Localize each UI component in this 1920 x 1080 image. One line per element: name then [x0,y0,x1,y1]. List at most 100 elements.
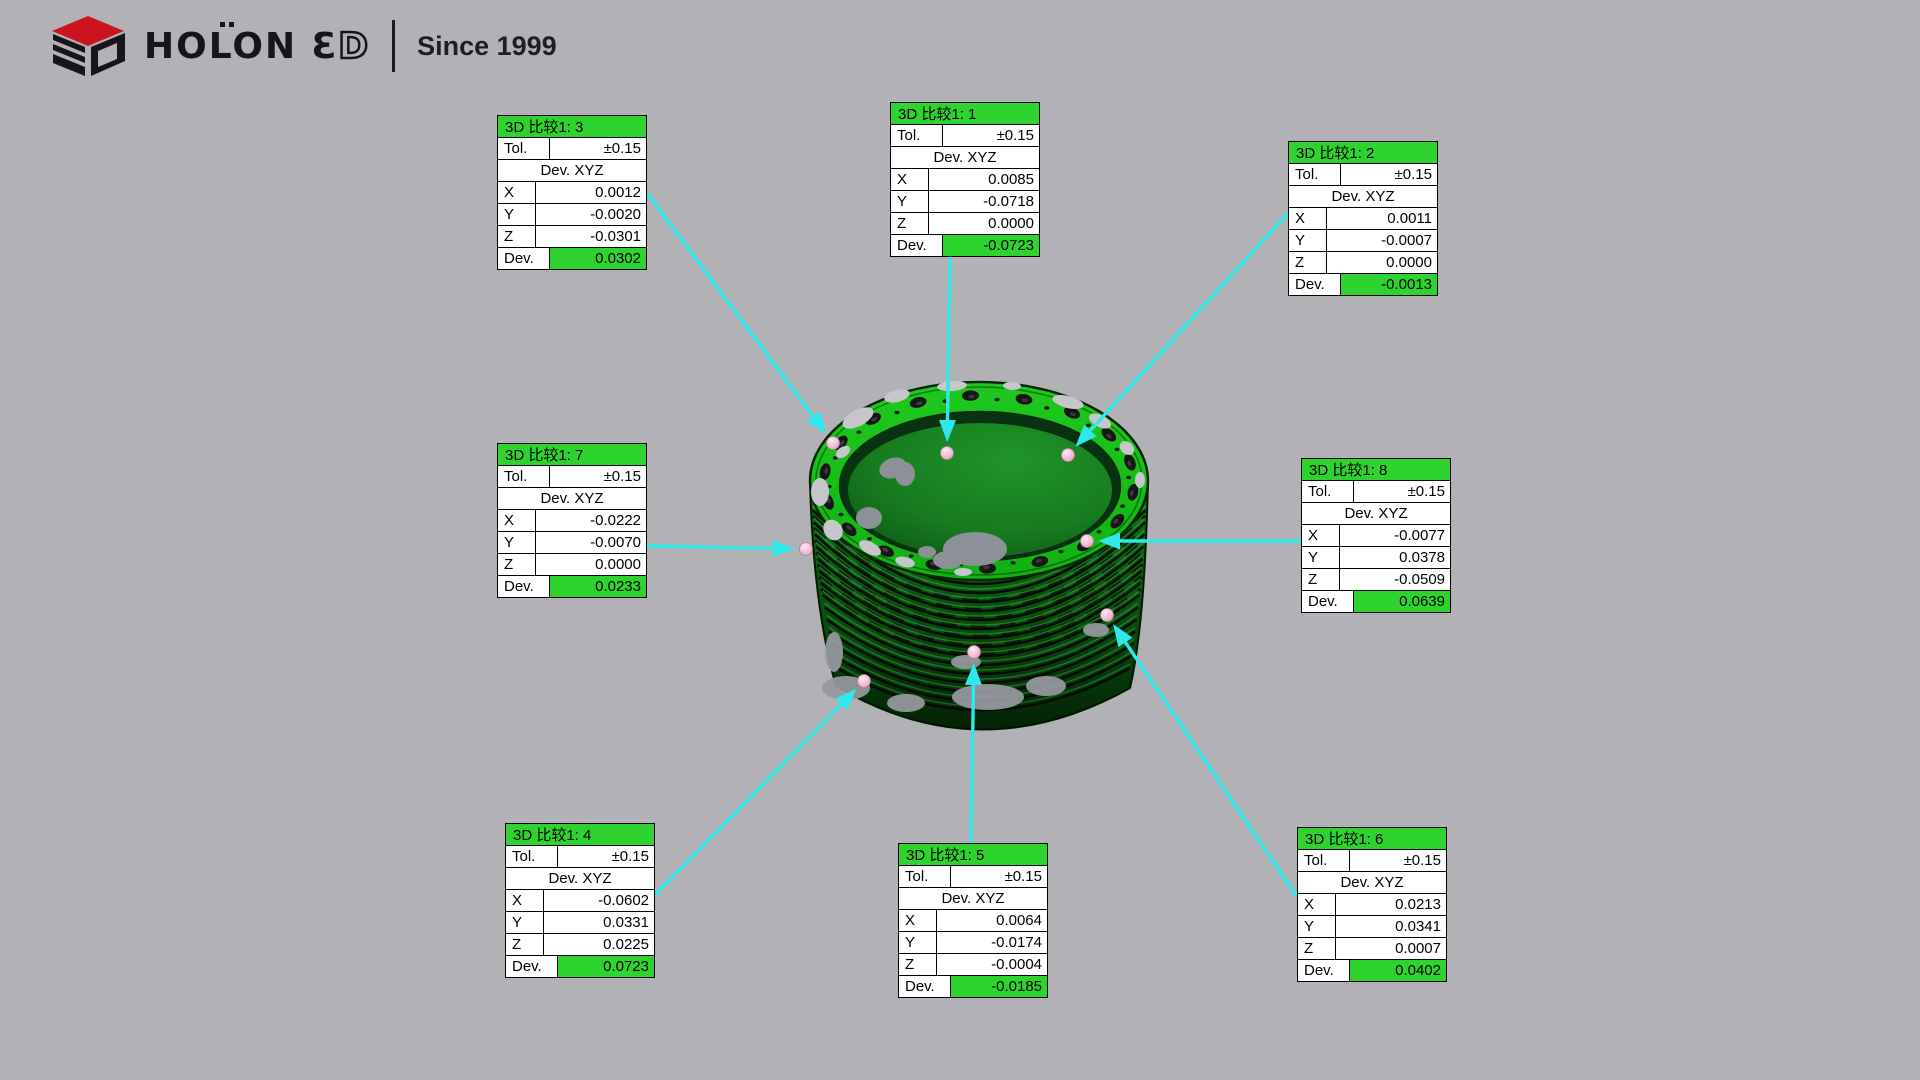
y-deviation-value: -0.0718 [929,191,1039,212]
annotation-table-7[interactable]: 3D 比较1: 7 Tol. ±0.15 Dev. XYZ X -0.0222 … [497,443,647,598]
z-axis-label: Z [1298,938,1336,959]
deviation-label: Dev. [899,976,951,997]
annotation-title[interactable]: 3D 比较1: 7 [498,444,646,466]
y-deviation-row: Y -0.0718 [891,191,1039,213]
annotation-title[interactable]: 3D 比较1: 3 [498,116,646,138]
deviation-row: Dev. 0.0302 [498,248,646,269]
z-axis-label: Z [498,554,536,575]
tolerance-value: ±0.15 [558,846,654,867]
y-deviation-value: 0.0341 [1336,916,1446,937]
deviation-value: -0.0013 [1341,274,1437,295]
deviation-xyz-header: Dev. XYZ [1298,872,1446,894]
annotation-table-3[interactable]: 3D 比较1: 3 Tol. ±0.15 Dev. XYZ X 0.0012 Y… [497,115,647,270]
annotation-title[interactable]: 3D 比较1: 8 [1302,459,1450,481]
deviation-label: Dev. [498,576,550,597]
tolerance-label: Tol. [498,466,550,487]
annotation-table-5[interactable]: 3D 比较1: 5 Tol. ±0.15 Dev. XYZ X 0.0064 Y… [898,843,1048,998]
x-axis-label: X [1289,208,1327,229]
deviation-xyz-header: Dev. XYZ [891,147,1039,169]
x-deviation-value: 0.0213 [1336,894,1446,915]
tolerance-row: Tol. ±0.15 [899,866,1047,888]
z-axis-label: Z [498,226,536,247]
z-deviation-value: -0.0301 [536,226,646,247]
deviation-xyz-header: Dev. XYZ [1289,186,1437,208]
tolerance-value: ±0.15 [951,866,1047,887]
tolerance-label: Tol. [1289,164,1341,185]
z-deviation-value: 0.0000 [929,213,1039,234]
x-axis-label: X [899,910,937,931]
deviation-row: Dev. 0.0402 [1298,960,1446,981]
x-axis-label: X [891,169,929,190]
deviation-row: Dev. -0.0185 [899,976,1047,997]
annotation-table-1[interactable]: 3D 比较1: 1 Tol. ±0.15 Dev. XYZ X 0.0085 Y… [890,102,1040,257]
x-deviation-value: 0.0064 [937,910,1047,931]
y-deviation-value: -0.0007 [1327,230,1437,251]
y-axis-label: Y [1289,230,1327,251]
tolerance-label: Tol. [506,846,558,867]
deviation-xyz-header: Dev. XYZ [506,868,654,890]
x-deviation-row: X -0.0602 [506,890,654,912]
y-deviation-value: -0.0070 [536,532,646,553]
deviation-value: 0.0723 [558,956,654,977]
x-deviation-row: X 0.0213 [1298,894,1446,916]
brand-cube-icon [48,15,128,77]
deviation-value: 0.0639 [1354,591,1450,612]
z-axis-label: Z [1289,252,1327,273]
app-header: HOLON 3 D Since 1999 [48,14,557,78]
deviation-value: 0.0402 [1350,960,1446,981]
viewport[interactable]: HOLON 3 D Since 1999 [0,0,1920,1080]
y-deviation-value: 0.0331 [544,912,654,933]
deviation-label: Dev. [891,235,943,256]
deviation-xyz-header: Dev. XYZ [899,888,1047,910]
header-divider [392,20,395,72]
tolerance-label: Tol. [1302,481,1354,502]
annotation-table-2[interactable]: 3D 比较1: 2 Tol. ±0.15 Dev. XYZ X 0.0011 Y… [1288,141,1438,296]
deviation-xyz-header: Dev. XYZ [498,488,646,510]
deviation-value: -0.0723 [943,235,1039,256]
x-deviation-value: 0.0085 [929,169,1039,190]
x-axis-label: X [498,510,536,531]
x-axis-label: X [1298,894,1336,915]
x-deviation-row: X 0.0012 [498,182,646,204]
annotation-title[interactable]: 3D 比较1: 5 [899,844,1047,866]
x-axis-label: X [506,890,544,911]
annotation-title[interactable]: 3D 比较1: 2 [1289,142,1437,164]
tolerance-row: Tol. ±0.15 [1302,481,1450,503]
y-axis-label: Y [1302,547,1340,568]
y-axis-label: Y [891,191,929,212]
annotation-title[interactable]: 3D 比较1: 4 [506,824,654,846]
deviation-value: -0.0185 [951,976,1047,997]
annotation-title[interactable]: 3D 比较1: 1 [891,103,1039,125]
annotation-table-6[interactable]: 3D 比较1: 6 Tol. ±0.15 Dev. XYZ X 0.0213 Y… [1297,827,1447,982]
annotation-table-4[interactable]: 3D 比较1: 4 Tol. ±0.15 Dev. XYZ X -0.0602 … [505,823,655,978]
z-deviation-value: 0.0225 [544,934,654,955]
deviation-label: Dev. [498,248,550,269]
brand-wordmark: HOLON [144,26,297,67]
tolerance-row: Tol. ±0.15 [1298,850,1446,872]
y-deviation-row: Y 0.0378 [1302,547,1450,569]
tolerance-row: Tol. ±0.15 [1289,164,1437,186]
z-deviation-row: Z 0.0000 [1289,252,1437,274]
brand-umlaut-dots [220,22,225,27]
x-axis-label: X [498,182,536,203]
z-deviation-value: -0.0509 [1340,569,1450,590]
annotation-title[interactable]: 3D 比较1: 6 [1298,828,1446,850]
brand-3-glyph: 3 [311,26,336,67]
y-axis-label: Y [506,912,544,933]
z-deviation-row: Z 0.0007 [1298,938,1446,960]
deviation-xyz-header: Dev. XYZ [1302,503,1450,525]
deviation-value: 0.0233 [550,576,646,597]
z-deviation-row: Z 0.0000 [498,554,646,576]
tolerance-value: ±0.15 [550,138,646,159]
x-deviation-row: X 0.0011 [1289,208,1437,230]
x-deviation-row: X 0.0064 [899,910,1047,932]
z-deviation-value: 0.0000 [1327,252,1437,273]
tolerance-value: ±0.15 [943,125,1039,146]
annotation-layer: 3D 比较1: 1 Tol. ±0.15 Dev. XYZ X 0.0085 Y… [0,0,1920,1080]
tolerance-value: ±0.15 [550,466,646,487]
y-deviation-row: Y -0.0020 [498,204,646,226]
z-deviation-row: Z 0.0000 [891,213,1039,235]
x-deviation-row: X -0.0222 [498,510,646,532]
deviation-row: Dev. -0.0013 [1289,274,1437,295]
annotation-table-8[interactable]: 3D 比较1: 8 Tol. ±0.15 Dev. XYZ X -0.0077 … [1301,458,1451,613]
